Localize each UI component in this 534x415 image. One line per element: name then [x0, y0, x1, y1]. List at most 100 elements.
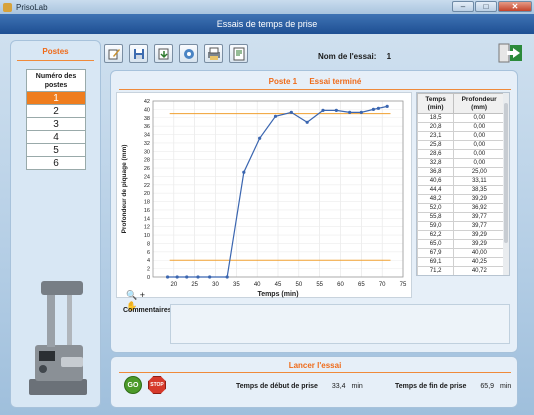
cell-profondeur: 39,77 — [453, 221, 505, 231]
cell-profondeur: 40,25 — [453, 257, 505, 267]
data-point — [289, 110, 293, 114]
poste-row-3[interactable]: 3 — [26, 117, 86, 131]
test-name-label: Nom de l'essai: — [318, 52, 377, 61]
y-tick-label: 34 — [144, 133, 150, 139]
save-icon[interactable] — [129, 44, 148, 63]
data-point — [165, 275, 170, 279]
y-tick-label: 22 — [144, 183, 150, 189]
x-tick-label: 35 — [233, 282, 240, 288]
table-row: 65,0 39,29 — [417, 239, 505, 249]
close-button[interactable]: ✕ — [498, 1, 532, 12]
status-state: Essai terminé — [309, 77, 362, 86]
x-tick-label: 45 — [275, 282, 282, 288]
y-tick-label: 6 — [147, 250, 150, 256]
y-tick-label: 32 — [144, 141, 150, 147]
data-point — [273, 114, 278, 118]
y-tick-label: 40 — [144, 107, 150, 113]
y-tick-label: 26 — [144, 166, 150, 172]
cell-temps: 55,8 — [417, 212, 454, 222]
cell-temps: 28,6 — [417, 149, 454, 159]
launch-panel: Lancer l'essai — [110, 356, 518, 408]
penetrometer-machine-image — [29, 281, 87, 395]
status-poste: Poste 1 — [268, 77, 298, 86]
poste-row-6[interactable]: 6 — [26, 156, 86, 170]
scroll-thumb[interactable] — [504, 103, 508, 243]
data-table-container[interactable]: Temps (min) Profondeur (mm) 18,5 0,00 20,8… — [416, 92, 510, 276]
cell-profondeur: 0,00 — [453, 149, 505, 159]
table-row: 44,4 38,35 — [417, 185, 505, 195]
data-point — [242, 170, 246, 174]
table-row: 48,2 39,29 — [417, 194, 505, 204]
settings-icon[interactable] — [179, 44, 198, 63]
go-button[interactable]: GO — [124, 376, 142, 394]
table-row: 40,6 33,11 — [417, 176, 505, 186]
data-point — [175, 275, 179, 279]
x-tick-label: 20 — [170, 282, 177, 288]
cell-temps: 20,8 — [417, 122, 454, 132]
data-point — [348, 110, 352, 114]
y-tick-label: 28 — [144, 158, 150, 164]
export-icon[interactable] — [154, 44, 173, 63]
cell-temps: 69,1 — [417, 257, 454, 267]
cell-profondeur: 25,00 — [453, 167, 505, 177]
y-tick-label: 24 — [144, 174, 150, 180]
cell-temps: 62,2 — [417, 230, 454, 240]
x-tick-label: 75 — [400, 282, 407, 288]
y-tick-label: 30 — [144, 149, 150, 155]
chart-area[interactable]: 20 25 30 35 40 45 50 55 60 65 70 75 0 2 4 6 8 10 12 14 16 18 2… — [116, 92, 412, 298]
y-tick-label: 20 — [144, 191, 150, 197]
poste-row-4[interactable]: 4 — [26, 130, 86, 144]
col-header-profondeur: Profondeur (mm) — [453, 93, 505, 114]
table-row: 69,1 40,25 — [417, 257, 505, 267]
data-point — [258, 136, 262, 140]
data-point — [208, 275, 212, 279]
exit-icon[interactable] — [498, 42, 524, 64]
cell-profondeur: 40,00 — [453, 248, 505, 258]
table-row: 20,8 0,00 — [417, 122, 505, 132]
end-time-unit: min — [499, 383, 512, 390]
data-point — [376, 106, 381, 110]
table-row: 36,8 25,00 — [417, 167, 505, 177]
x-tick-label: 65 — [358, 282, 365, 288]
cell-temps: 67,9 — [417, 248, 454, 258]
poste-row-5[interactable]: 5 — [26, 143, 86, 157]
status-line: Poste 1 Essai terminé — [111, 77, 519, 86]
print-icon[interactable] — [204, 44, 223, 63]
poste-row-1[interactable]: 1 — [26, 91, 86, 105]
cell-temps: 18,5 — [417, 113, 454, 123]
x-tick-label: 40 — [254, 282, 261, 288]
zoom-in-icon[interactable]: + — [140, 290, 145, 300]
poste-row-2[interactable]: 2 — [26, 104, 86, 118]
cell-temps: 36,8 — [417, 167, 454, 177]
report-icon[interactable] — [229, 44, 248, 63]
postes-title: Postes — [42, 47, 69, 56]
minimize-button[interactable]: – — [452, 1, 474, 12]
cell-profondeur: 38,35 — [453, 185, 505, 195]
zoom-icon[interactable]: 🔍 — [126, 290, 137, 300]
cell-profondeur: 0,00 — [453, 158, 505, 168]
x-axis-title: Temps (min) — [257, 291, 298, 298]
launch-title: Lancer l'essai — [288, 361, 342, 370]
stop-button[interactable]: STOP — [148, 376, 166, 394]
maximize-button[interactable]: □ — [475, 1, 497, 12]
cell-temps: 65,0 — [417, 239, 454, 249]
x-tick-label: 55 — [316, 282, 323, 288]
window-controls: – □ ✕ — [452, 1, 532, 12]
data-table-scrollbar[interactable] — [503, 93, 509, 275]
start-time-label: Temps de début de prise — [236, 383, 318, 390]
y-tick-label: 38 — [144, 116, 150, 122]
cell-profondeur: 39,29 — [453, 194, 505, 204]
app-icon — [3, 2, 12, 12]
cell-temps: 40,6 — [417, 176, 454, 186]
x-tick-label: 60 — [337, 282, 344, 288]
table-row: 59,0 39,77 — [417, 221, 505, 231]
edit-icon[interactable] — [104, 44, 123, 63]
postes-title-underline — [17, 60, 94, 61]
comments-field[interactable] — [170, 304, 510, 344]
y-tick-label: 18 — [144, 200, 150, 206]
y-tick-label: 10 — [144, 233, 150, 239]
x-tick-label: 30 — [212, 282, 219, 288]
cell-temps: 71,2 — [417, 266, 454, 275]
x-tick-label: 25 — [191, 282, 198, 288]
cell-temps: 52,0 — [417, 203, 454, 213]
